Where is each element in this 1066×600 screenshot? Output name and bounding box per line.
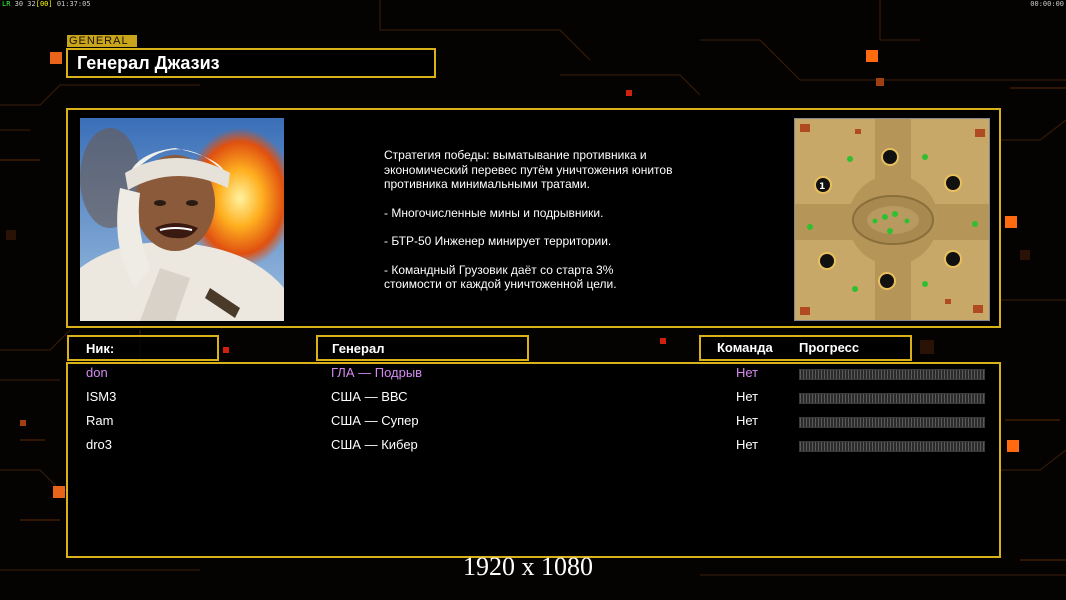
player-row[interactable]: Ram США — Супер Нет <box>0 413 985 433</box>
header-nick: Ник: <box>67 335 219 361</box>
player-progress-bar <box>799 369 985 380</box>
map-preview: 1 <box>794 118 990 321</box>
player-progress-bar <box>799 417 985 428</box>
player-row[interactable]: dro3 США — Кибер Нет <box>0 437 985 457</box>
player-team: Нет <box>736 365 759 380</box>
feature-btr50: - БТР-50 Инженер минирует территории. <box>384 234 612 248</box>
header-progress-label: Прогресс <box>799 340 860 355</box>
player-team: Нет <box>736 437 759 452</box>
player-team: Нет <box>736 413 759 428</box>
player-nick: don <box>86 365 108 380</box>
general-portrait <box>80 118 284 321</box>
hud-left-time: 01:37:05 <box>56 0 91 8</box>
hud-left-b: 30 32 <box>14 0 36 8</box>
fps-counter: LR 30 32[00] 01:37:05 <box>2 0 91 8</box>
player-team: Нет <box>736 389 759 404</box>
player-row[interactable]: ISM3 США — ВВС Нет <box>0 389 985 409</box>
hud-left-c: [00] <box>35 0 53 8</box>
general-name: Генерал Джазиз <box>77 53 220 73</box>
svg-text:1: 1 <box>819 182 825 192</box>
header-team-progress: Команда Прогресс <box>699 335 912 361</box>
header-general: Генерал <box>316 335 529 361</box>
header-nick-label: Ник: <box>86 341 115 356</box>
player-general: ГЛА — Подрыв <box>331 365 423 380</box>
general-tag: GENERAL <box>67 35 137 47</box>
player-general: США — Супер <box>331 413 419 428</box>
hud-left-a: LR <box>2 0 11 8</box>
resolution-overlay: 1920 x 1080 <box>463 552 593 581</box>
game-timer: 00:00:00 <box>1030 0 1064 8</box>
player-row[interactable]: don ГЛА — Подрыв Нет <box>0 365 985 385</box>
general-title-box: Генерал Джазиз <box>66 48 436 78</box>
strategy-text: Стратегия победы: выматывание противника… <box>384 148 673 191</box>
player-general: США — Кибер <box>331 437 418 452</box>
player-nick: dro3 <box>86 437 113 452</box>
header-general-label: Генерал <box>332 341 385 356</box>
player-nick: ISM3 <box>86 389 117 404</box>
player-nick: Ram <box>86 413 114 428</box>
general-description: Стратегия победы: выматывание противника… <box>384 148 744 292</box>
header-team-label: Команда <box>717 340 773 355</box>
player-general: США — ВВС <box>331 389 408 404</box>
feature-command-truck: - Командный Грузовик даёт со старта 3% с… <box>384 262 617 292</box>
player-progress-bar <box>799 441 985 452</box>
player-progress-bar <box>799 393 985 404</box>
feature-mines: - Многочисленные мины и подрывники. <box>384 205 604 220</box>
